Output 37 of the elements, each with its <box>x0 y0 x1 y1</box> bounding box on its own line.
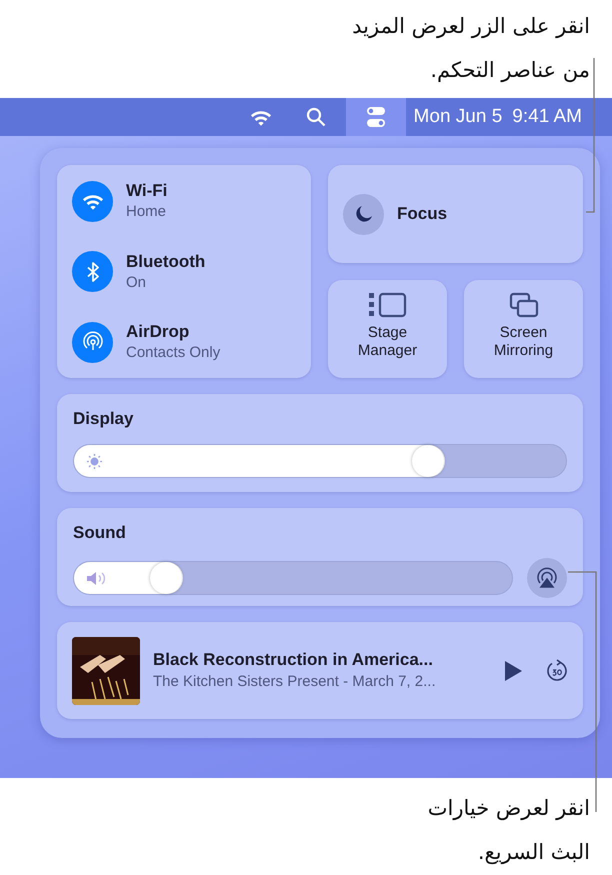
brightness-slider[interactable] <box>73 444 567 478</box>
toggle-title: AirDrop <box>126 321 190 343</box>
speaker-icon <box>86 570 108 586</box>
menu-bar-date: Mon Jun 5 <box>414 104 502 129</box>
toggle-title: Wi-Fi <box>126 180 168 202</box>
sound-title: Sound <box>73 522 127 544</box>
bluetooth-icon <box>86 262 98 282</box>
callout-text: انقر على الزر لعرض المزيد من عناصر التحكم. <box>352 13 590 84</box>
callout-text: انقر لعرض خيارات البث السريع. <box>428 795 590 866</box>
toggle-title: Bluetooth <box>126 250 206 272</box>
toggle-status: Contacts Only <box>126 343 220 363</box>
focus-button[interactable]: Focus <box>328 165 583 263</box>
stage-manager-button[interactable]: Stage Manager <box>328 280 447 378</box>
wifi-icon <box>82 192 104 210</box>
volume-slider[interactable] <box>73 560 513 594</box>
stage-manager-icon <box>368 292 406 318</box>
wifi-icon <box>250 108 272 126</box>
sun-icon <box>86 452 103 470</box>
control-center-button[interactable] <box>346 98 406 136</box>
menu-bar-clock: 9:41 AM <box>512 104 582 129</box>
toggle-status: Home <box>126 202 168 222</box>
display-title: Display <box>73 408 134 430</box>
airplay-audio-icon <box>536 566 558 588</box>
toggles-icon <box>366 106 386 128</box>
airplay-button[interactable] <box>527 558 567 598</box>
airdrop-icon <box>82 331 104 353</box>
search-icon[interactable] <box>306 107 326 127</box>
slider-thumb[interactable] <box>412 444 444 476</box>
skip-forward-icon[interactable] <box>546 658 568 682</box>
episode-subtitle: The Kitchen Sisters Present - March 7, 2... <box>153 672 437 692</box>
screen-mirroring-button[interactable]: Screen Mirroring <box>464 280 583 378</box>
toggle-status: On <box>126 272 148 292</box>
episode-title: Black Reconstruction in America... <box>153 648 434 670</box>
play-icon[interactable] <box>503 660 523 682</box>
moon-icon <box>354 205 372 223</box>
screen-mirroring-icon <box>508 292 538 318</box>
focus-toggle[interactable] <box>343 194 384 234</box>
